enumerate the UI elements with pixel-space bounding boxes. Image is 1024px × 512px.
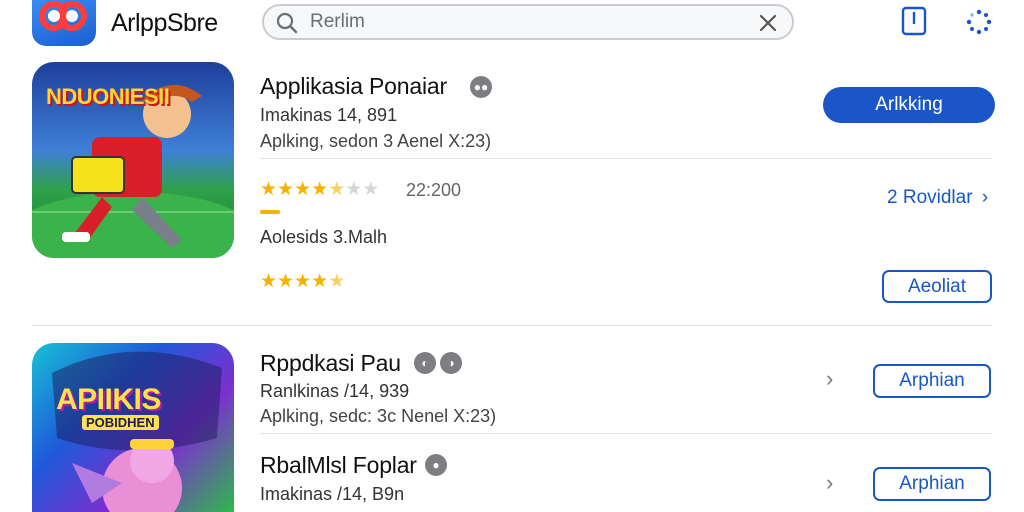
search-icon (276, 12, 298, 34)
search-bar[interactable] (262, 4, 794, 40)
get-app-button[interactable]: Arlkking (823, 87, 995, 123)
star-icon: ★ (345, 179, 363, 200)
star-icon: ★ (260, 179, 278, 200)
list-app-meta-2: Imakinas /14, B9n (260, 484, 405, 504)
featured-app-title[interactable]: Applikasia Ponaiar (260, 73, 447, 100)
star-icon: ★ (328, 179, 346, 200)
chevron-right-icon: › (981, 187, 989, 208)
list-icon-sub-text: POBIDHEN (82, 415, 159, 430)
list-app-title-2[interactable]: RbalMlsl Foplar (260, 452, 417, 479)
list-app-button-2[interactable]: Arphian (873, 467, 991, 501)
editors-choice-badge-icon: ● (425, 454, 447, 476)
star-icon: ★ (277, 179, 295, 200)
section-divider (32, 325, 992, 326)
list-app-details: Aplking, sedc: 3c Nenel X:23) (260, 406, 497, 426)
star-icon: ★ (277, 271, 295, 292)
featured-icon-text: NDUONIESII (46, 84, 170, 109)
secondary-action-button[interactable]: Aeoliat (882, 270, 992, 303)
star-icon: ★ (260, 271, 278, 292)
rating-bar (260, 210, 280, 214)
star-icon: ★ (311, 179, 329, 200)
rating-stars-secondary: ★★★★★ (260, 270, 345, 293)
bookmark-icon[interactable] (900, 6, 928, 36)
list-app-button[interactable]: Arphian (873, 364, 991, 398)
app-store-logo[interactable] (32, 0, 96, 46)
verified-badge-icon: ◐ (414, 352, 436, 374)
clear-icon[interactable] (758, 13, 778, 33)
featured-app-meta: Imakinas 14, 891 (260, 105, 398, 125)
loading-spinner-icon (966, 9, 992, 35)
featured-app-details: Aplking, sedon 3 Aenel X:23) (260, 131, 492, 151)
search-input[interactable] (310, 9, 730, 35)
family-badge-icon: ◑ (440, 352, 462, 374)
reviews-link-label: 2 Rovidlar (887, 187, 973, 208)
chevron-right-icon[interactable]: › (826, 470, 833, 496)
editors-choice-badge-icon: ●● (470, 76, 492, 98)
rating-count: 22:200 (406, 180, 462, 200)
star-icon: ★ (328, 271, 346, 292)
chevron-right-icon[interactable]: › (826, 366, 833, 392)
star-icon: ★ (362, 179, 380, 200)
brand-name: ArlppSbre (111, 9, 218, 37)
rating-stars: ★★★★★★★ (260, 178, 379, 201)
reviews-link[interactable]: 2 Rovidlar › (887, 187, 988, 209)
list-app-title[interactable]: Rppdkasi Pau (260, 350, 401, 377)
logo-glyph-icon (39, 1, 87, 31)
featured-divider (260, 158, 992, 159)
list-app-meta: Ranlkinas /14, 939 (260, 381, 410, 401)
info-text: Aolesids 3.Malh (260, 227, 388, 247)
star-icon: ★ (311, 271, 329, 292)
featured-app-icon[interactable]: NDUONIESII (32, 62, 234, 258)
list-icon-title-text: APIIKIS (56, 383, 161, 416)
list-app-icon[interactable]: APIIKIS POBIDHEN (32, 343, 234, 512)
star-icon: ★ (294, 179, 312, 200)
list-divider (260, 433, 992, 434)
star-icon: ★ (294, 271, 312, 292)
